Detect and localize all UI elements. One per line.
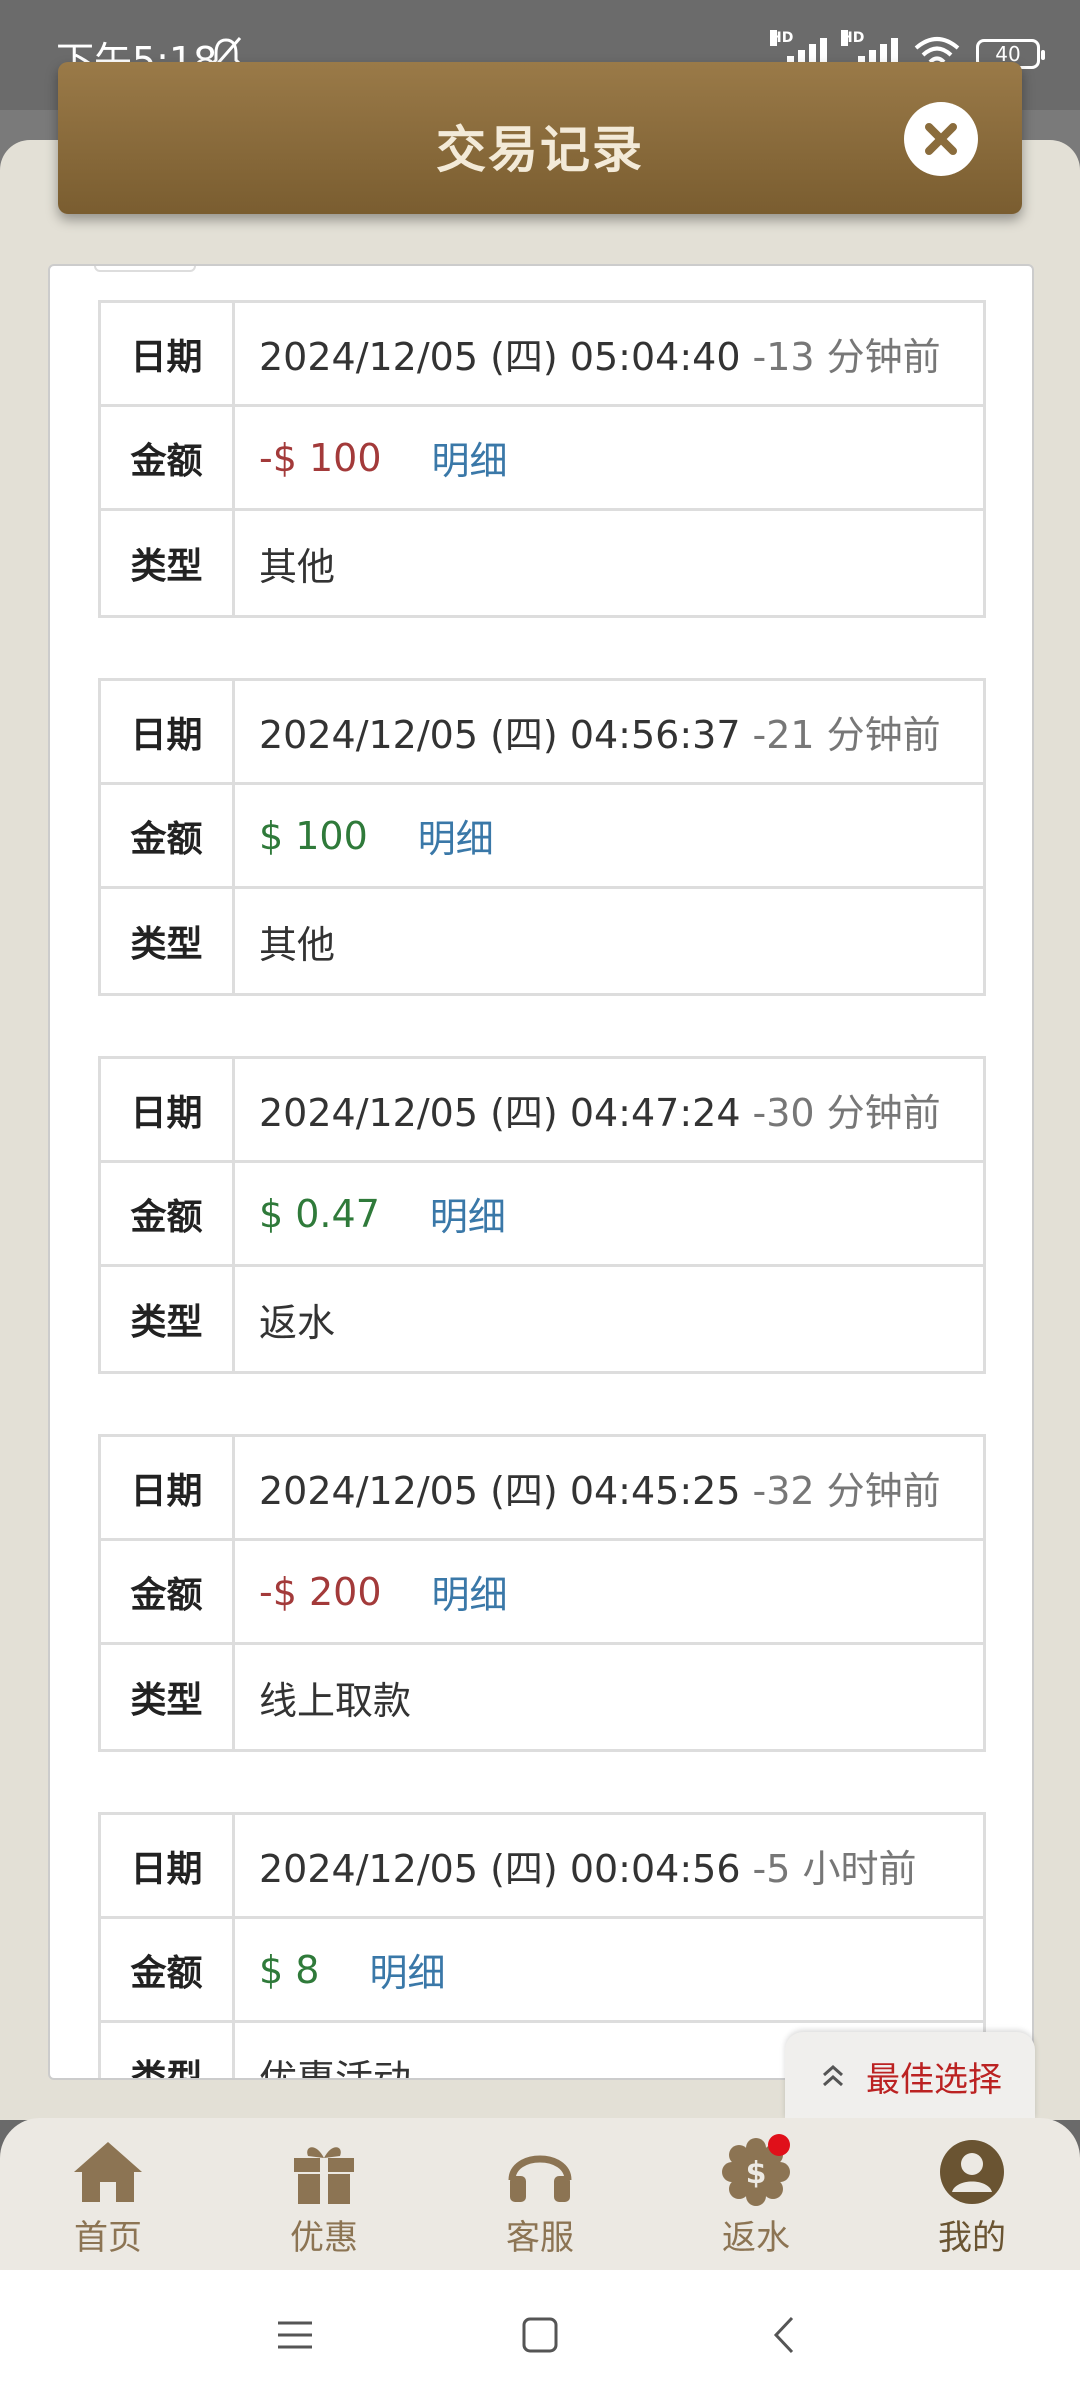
- nav-home[interactable]: 首页: [0, 2118, 216, 2270]
- gift-icon: [294, 2147, 354, 2204]
- amount-value: $ 0.47 明细: [235, 1163, 983, 1264]
- menu-icon[interactable]: [270, 2310, 320, 2360]
- record-type: 其他: [259, 922, 336, 967]
- close-button[interactable]: [904, 102, 978, 176]
- amount-label: 金额: [101, 1541, 235, 1642]
- record-date-row: 日期 2024/12/05 (四) 04:45:25 -32 分钟前: [101, 1437, 983, 1541]
- double-chevron-up-icon: [823, 2064, 843, 2087]
- nav-rebate[interactable]: $ 返水: [648, 2118, 864, 2270]
- detail-link[interactable]: 明细: [430, 1186, 506, 1241]
- date-label: 日期: [101, 303, 235, 404]
- record-time-ago: -21 分钟前: [752, 713, 941, 757]
- nav-promotions-label: 优惠: [290, 2218, 358, 2258]
- bottom-nav: 首页 优惠 客服 $ 返水 我的: [0, 2118, 1080, 2270]
- amount-value: $ 8 明细: [235, 1919, 983, 2020]
- record-type-row: 类型 返水: [101, 1267, 983, 1371]
- amount-label: 金额: [101, 785, 235, 886]
- amount-label: 金额: [101, 1919, 235, 2020]
- nav-promotions[interactable]: 优惠: [216, 2118, 432, 2270]
- transaction-record: 日期 2024/12/05 (四) 05:04:40 -13 分钟前 金额 -$…: [98, 300, 986, 618]
- detail-link[interactable]: 明细: [418, 808, 494, 863]
- headset-icon: [508, 2155, 572, 2202]
- records-panel[interactable]: 日期 2024/12/05 (四) 05:04:40 -13 分钟前 金额 -$…: [48, 264, 1034, 2080]
- record-datetime: 2024/12/05 (四) 04:45:25: [259, 1469, 741, 1513]
- type-label: 类型: [101, 511, 235, 615]
- nav-profile[interactable]: 我的: [864, 2118, 1080, 2270]
- date-label: 日期: [101, 681, 235, 782]
- record-datetime: 2024/12/05 (四) 04:47:24: [259, 1091, 741, 1135]
- transaction-record: 日期 2024/12/05 (四) 04:47:24 -30 分钟前 金额 $ …: [98, 1056, 986, 1374]
- nav-profile-label: 我的: [938, 2218, 1006, 2258]
- detail-link[interactable]: 明细: [432, 430, 508, 485]
- record-type: 其他: [259, 544, 336, 589]
- record-type-row: 类型 线上取款: [101, 1645, 983, 1749]
- best-choice-label: 最佳选择: [866, 2059, 1002, 2100]
- record-amount-row: 金额 $ 0.47 明细: [101, 1163, 983, 1267]
- detail-link[interactable]: 明细: [432, 1564, 508, 1619]
- record-time-ago: -32 分钟前: [752, 1469, 941, 1513]
- type-label: 类型: [101, 2023, 235, 2078]
- transaction-record: 日期 2024/12/05 (四) 04:56:37 -21 分钟前 金额 $ …: [98, 678, 986, 996]
- records-list: 日期 2024/12/05 (四) 05:04:40 -13 分钟前 金额 -$…: [98, 300, 986, 2078]
- record-amount: $ 8: [259, 1947, 320, 1992]
- detail-link[interactable]: 明细: [369, 1942, 445, 1997]
- record-amount-row: 金额 -$ 200 明细: [101, 1541, 983, 1645]
- nav-support[interactable]: 客服: [432, 2118, 648, 2270]
- record-amount-row: 金额 -$ 100 明细: [101, 407, 983, 511]
- home-icon: [74, 2142, 142, 2202]
- record-time-ago: -30 分钟前: [752, 1091, 941, 1135]
- date-label: 日期: [101, 1437, 235, 1538]
- amount-value: $ 100 明细: [235, 785, 983, 886]
- page-title: 交易记录: [436, 121, 644, 179]
- record-amount: $ 0.47: [259, 1191, 380, 1236]
- type-label: 类型: [101, 1267, 235, 1371]
- close-icon: [925, 123, 957, 155]
- record-date-row: 日期 2024/12/05 (四) 00:04:56 -5 小时前: [101, 1815, 983, 1919]
- amount-label: 金额: [101, 1163, 235, 1264]
- notification-badge: [768, 2134, 790, 2156]
- back-icon[interactable]: [760, 2310, 810, 2360]
- record-type-row: 类型 其他: [101, 889, 983, 993]
- record-amount-row: 金额 $ 100 明细: [101, 785, 983, 889]
- date-value: 2024/12/05 (四) 04:45:25 -32 分钟前: [235, 1437, 983, 1538]
- amount-value: -$ 100 明细: [235, 407, 983, 508]
- record-type-row: 类型 其他: [101, 511, 983, 615]
- record-type: 返水: [259, 1300, 336, 1345]
- record-amount-row: 金额 $ 8 明细: [101, 1919, 983, 2023]
- nav-rebate-label: 返水: [722, 2218, 790, 2258]
- date-value: 2024/12/05 (四) 04:47:24 -30 分钟前: [235, 1059, 983, 1160]
- home-square-icon[interactable]: [515, 2310, 565, 2360]
- date-value: 2024/12/05 (四) 04:56:37 -21 分钟前: [235, 681, 983, 782]
- best-choice-button[interactable]: 最佳选择: [785, 2032, 1035, 2120]
- system-navigation-bar: [0, 2270, 1080, 2400]
- record-date-row: 日期 2024/12/05 (四) 04:56:37 -21 分钟前: [101, 681, 983, 785]
- date-label: 日期: [101, 1815, 235, 1916]
- record-date-row: 日期 2024/12/05 (四) 04:47:24 -30 分钟前: [101, 1059, 983, 1163]
- record-amount: $ 100: [259, 813, 368, 858]
- record-date-row: 日期 2024/12/05 (四) 05:04:40 -13 分钟前: [101, 303, 983, 407]
- panel-tab: [94, 266, 196, 272]
- record-datetime: 2024/12/05 (四) 00:04:56: [259, 1847, 741, 1891]
- amount-label: 金额: [101, 407, 235, 508]
- user-icon: [940, 2140, 1004, 2204]
- type-label: 类型: [101, 1645, 235, 1749]
- date-label: 日期: [101, 1059, 235, 1160]
- record-time-ago: -13 分钟前: [752, 335, 941, 379]
- nav-home-label: 首页: [74, 2218, 142, 2258]
- transaction-record: 日期 2024/12/05 (四) 04:45:25 -32 分钟前 金额 -$…: [98, 1434, 986, 1752]
- svg-text:$: $: [746, 2156, 767, 2191]
- record-time-ago: -5 小时前: [752, 1847, 917, 1891]
- modal-header: 交易记录: [58, 62, 1022, 214]
- record-amount: -$ 200: [259, 1569, 382, 1614]
- nav-support-label: 客服: [506, 2218, 574, 2258]
- type-label: 类型: [101, 889, 235, 993]
- date-value: 2024/12/05 (四) 05:04:40 -13 分钟前: [235, 303, 983, 404]
- record-type: 线上取款: [259, 1678, 412, 1723]
- record-amount: -$ 100: [259, 435, 382, 480]
- date-value: 2024/12/05 (四) 00:04:56 -5 小时前: [235, 1815, 983, 1916]
- amount-value: -$ 200 明细: [235, 1541, 983, 1642]
- record-datetime: 2024/12/05 (四) 04:56:37: [259, 713, 741, 757]
- record-datetime: 2024/12/05 (四) 05:04:40: [259, 335, 741, 379]
